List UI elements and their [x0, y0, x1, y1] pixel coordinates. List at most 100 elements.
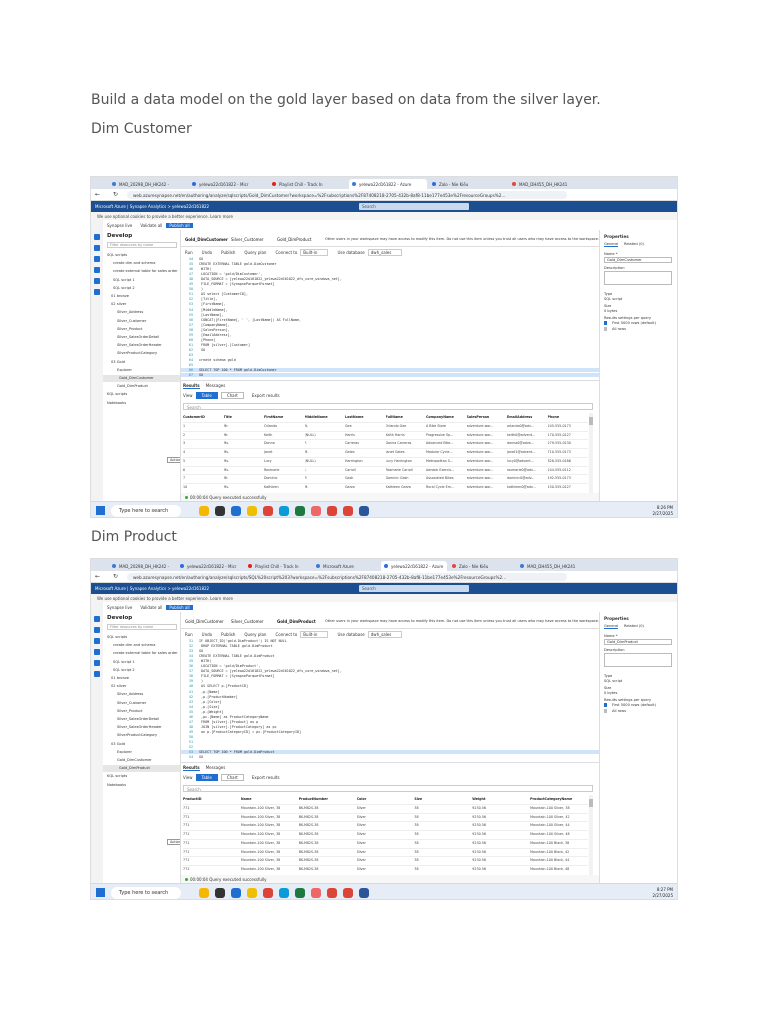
query-plan-button[interactable]: Query plan — [244, 250, 266, 255]
sidebar-filter-input[interactable]: Filter resources by name — [107, 624, 177, 630]
db-button[interactable]: dwh_sales — [367, 631, 403, 638]
url-field[interactable]: web.azuresynapse.net/en/authoring/analyz… — [127, 191, 567, 199]
column-header[interactable]: Name — [241, 795, 297, 804]
undo-button[interactable]: Undo — [202, 632, 212, 637]
taskbar-app-icon[interactable] — [359, 506, 369, 516]
browser-tab[interactable]: Playlist Chill - Track In — [245, 561, 311, 571]
azure-search-input[interactable]: Search — [359, 585, 469, 592]
results-scrollbar[interactable] — [589, 795, 593, 875]
taskbar-app-icon[interactable] — [199, 888, 209, 898]
sidebar-item[interactable]: Silver_Product — [117, 708, 143, 715]
browser-tab[interactable]: MAD_20298_DH_HK242 - — [109, 179, 187, 189]
reload-icon[interactable]: ↻ — [113, 573, 118, 580]
taskbar-app-icon[interactable] — [199, 506, 209, 516]
sidebar-item[interactable]: 02 silver — [111, 301, 126, 308]
monitor-icon[interactable] — [94, 278, 100, 284]
scrollbar-thumb[interactable] — [589, 417, 593, 425]
taskbar-app-icon[interactable] — [263, 506, 273, 516]
browser-tab[interactable]: yelewa22d161822 - Micr — [189, 179, 267, 189]
radio-all-rows[interactable]: All rows — [604, 709, 626, 713]
azure-search-input[interactable]: Search — [359, 203, 469, 210]
editor-tab[interactable]: Silver_Customer — [231, 619, 264, 624]
sidebar-item[interactable]: Explorer — [117, 749, 132, 756]
taskbar-app-icon[interactable] — [327, 506, 337, 516]
integrate-icon[interactable] — [94, 267, 100, 273]
sidebar-item[interactable]: Silver_Customer — [117, 700, 146, 707]
browser-tab[interactable]: Zalo - Nie Kiều — [449, 561, 515, 571]
sql-editor[interactable]: 44 GO 45 CREATE EXTERNAL TABLE gold.DimCust… — [181, 257, 599, 379]
monitor-icon[interactable] — [94, 660, 100, 666]
column-header[interactable]: FirstName — [264, 413, 303, 422]
sidebar-item[interactable]: Gold_DimCustomer — [103, 375, 180, 382]
back-icon[interactable]: ← — [95, 191, 100, 198]
taskbar-app-icon[interactable] — [231, 506, 241, 516]
manage-icon[interactable] — [94, 289, 100, 295]
description-input[interactable] — [604, 653, 672, 667]
taskbar-search[interactable]: Type here to search — [111, 505, 181, 517]
taskbar-app-icon[interactable] — [247, 506, 257, 516]
column-header[interactable]: Size — [414, 795, 470, 804]
sidebar-item[interactable]: SQL scripts — [107, 634, 127, 641]
name-input[interactable]: Gold_DimProduct — [604, 639, 672, 645]
taskbar-app-icon[interactable] — [327, 888, 337, 898]
taskbar-app-icon[interactable] — [215, 888, 225, 898]
url-field[interactable]: web.azuresynapse.net/en/authoring/analyz… — [127, 573, 567, 581]
sidebar-item[interactable]: Notebooks — [107, 400, 126, 407]
editor-tab[interactable]: Gold_DimProduct — [277, 237, 311, 242]
column-header[interactable]: Weight — [472, 795, 528, 804]
develop-icon[interactable] — [94, 638, 100, 644]
sidebar-item[interactable]: KQL scripts — [107, 773, 127, 780]
view-table-button[interactable]: Table — [195, 774, 218, 781]
sidebar-item[interactable]: SQL script 2 — [113, 285, 135, 292]
sidebar-item[interactable]: SQL scripts — [107, 252, 127, 259]
properties-tab-related[interactable]: Related (0) — [624, 242, 644, 246]
publish-button[interactable]: Publish — [221, 250, 235, 255]
run-button[interactable]: Run — [185, 632, 193, 637]
name-input[interactable]: Gold_DimCustomer — [604, 257, 672, 263]
editor-tab[interactable]: Gold_DimCustomer — [185, 619, 224, 624]
editor-tab[interactable]: Gold_DimCustomer — [185, 237, 228, 242]
connection-button[interactable]: Built-in — [300, 249, 329, 256]
radio-all-rows[interactable]: All rows — [604, 327, 626, 331]
sidebar-item[interactable]: Silver_Customer — [117, 318, 146, 325]
windows-start-icon[interactable] — [96, 888, 105, 897]
reload-icon[interactable]: ↻ — [113, 191, 118, 198]
undo-button[interactable]: Undo — [202, 250, 212, 255]
export-results-button[interactable]: Export results — [252, 393, 280, 398]
sidebar-item[interactable]: KQL scripts — [107, 391, 127, 398]
column-header[interactable]: ProductCategoryName — [530, 795, 586, 804]
workspace-select[interactable]: Synapse live — [107, 223, 132, 228]
results-tab[interactable]: Results — [183, 383, 200, 389]
taskbar-app-icon[interactable] — [279, 506, 289, 516]
results-search-input[interactable]: Search — [183, 785, 593, 792]
column-header[interactable]: LastName — [345, 413, 384, 422]
sidebar-item[interactable]: 02 silver — [111, 683, 126, 690]
run-button[interactable]: Run — [185, 250, 193, 255]
sidebar-item[interactable]: 03 Gold — [111, 359, 125, 366]
browser-tab[interactable]: Zalo - Nie Kiều — [429, 179, 507, 189]
browser-tab[interactable]: yelewa22d161822 - Azure — [381, 561, 447, 571]
description-input[interactable] — [604, 271, 672, 285]
column-header[interactable]: SalesPerson — [467, 413, 506, 422]
sidebar-item[interactable]: Explorer — [117, 367, 132, 374]
taskbar-app-icon[interactable] — [343, 888, 353, 898]
data-icon[interactable] — [94, 245, 100, 251]
windows-start-icon[interactable] — [96, 506, 105, 515]
column-header[interactable]: FullName — [386, 413, 425, 422]
column-header[interactable]: Color — [357, 795, 413, 804]
workspace-select[interactable]: Synapse live — [107, 605, 132, 610]
sidebar-item[interactable]: Silver_SalesOrderHeader — [117, 342, 162, 349]
results-tab[interactable]: Results — [183, 765, 200, 771]
export-results-button[interactable]: Export results — [252, 775, 280, 780]
sidebar-item[interactable]: SQL script 2 — [113, 667, 135, 674]
develop-icon[interactable] — [94, 256, 100, 262]
properties-tab-general[interactable]: General — [604, 242, 619, 247]
browser-tab[interactable]: Playlist Chill - Track In — [269, 179, 347, 189]
sidebar-item[interactable]: Silver_Product — [117, 326, 143, 333]
browser-tab[interactable]: yelewa22d161822 - Micr — [177, 561, 243, 571]
query-plan-button[interactable]: Query plan — [244, 632, 266, 637]
db-button[interactable]: dwh_sales — [367, 249, 403, 256]
sidebar-item[interactable]: 01 bronze — [111, 293, 129, 300]
editor-tab[interactable]: Silver_Customer — [231, 237, 264, 242]
sidebar-item[interactable]: create dim and schema — [113, 260, 155, 267]
